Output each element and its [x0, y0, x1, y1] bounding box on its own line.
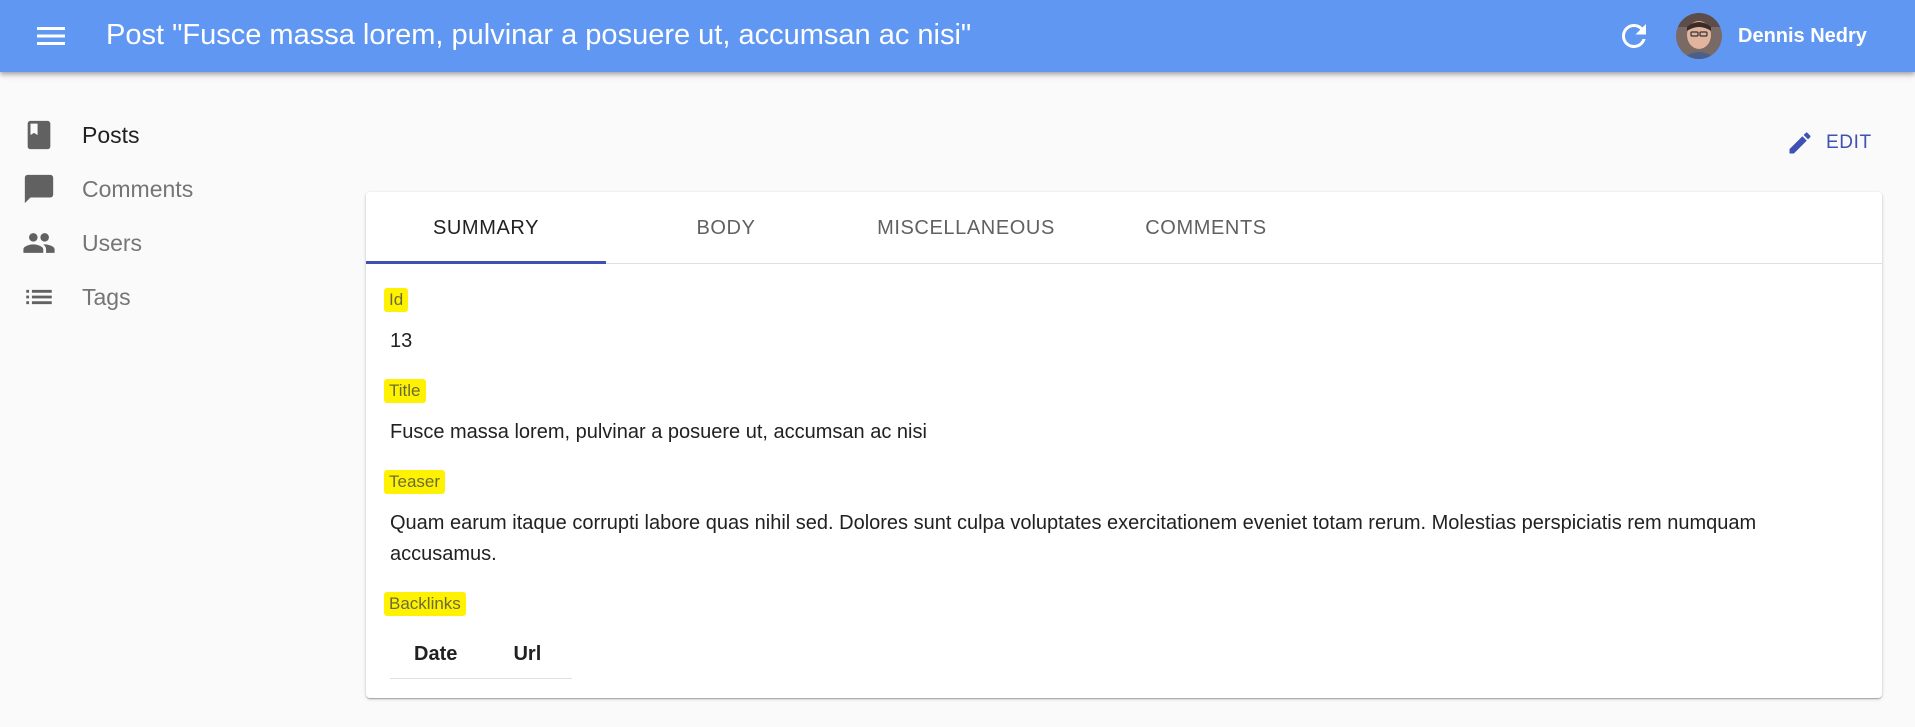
backlinks-table: Date Url	[390, 632, 572, 679]
teaser-value: Quam earum itaque corrupti labore quas n…	[390, 512, 1757, 565]
user-menu[interactable]: Dennis Nedry	[1676, 13, 1867, 59]
refresh-icon	[1621, 23, 1646, 48]
teaser-label: Teaser	[384, 470, 446, 494]
sidebar: Posts Comments Users Tags	[0, 108, 330, 324]
sidebar-item-tags[interactable]: Tags	[0, 270, 330, 324]
people-icon	[22, 226, 56, 260]
sidebar-item-comments[interactable]: Comments	[0, 162, 330, 216]
sidebar-item-label: Users	[82, 229, 143, 256]
backlinks-label: Backlinks	[384, 592, 466, 616]
sidebar-item-posts[interactable]: Posts	[0, 108, 330, 162]
pencil-icon	[1789, 132, 1811, 154]
tab-summary[interactable]: SUMMARY	[366, 192, 606, 264]
tab-miscellaneous[interactable]: MISCELLANEOUS	[846, 192, 1086, 264]
id-value: 13	[390, 330, 413, 352]
menu-button[interactable]	[34, 22, 68, 50]
menu-icon	[37, 27, 65, 45]
title-label: Title	[384, 379, 426, 403]
sidebar-item-label: Posts	[82, 121, 140, 148]
tab-bar: SUMMARY BODY MISCELLANEOUS COMMENTS	[366, 192, 1882, 264]
show-card: SUMMARY BODY MISCELLANEOUS COMMENTS Id 1…	[366, 192, 1882, 698]
sidebar-item-users[interactable]: Users	[0, 216, 330, 270]
edit-label: EDIT	[1826, 132, 1872, 153]
tab-body[interactable]: BODY	[606, 192, 846, 264]
page-title: Post "Fusce massa lorem, pulvinar a posu…	[106, 19, 972, 51]
sidebar-item-label: Tags	[82, 283, 131, 310]
list-icon	[22, 280, 56, 314]
column-header-date[interactable]: Date	[390, 632, 490, 679]
refresh-button[interactable]	[1616, 18, 1652, 54]
id-label: Id	[384, 288, 409, 312]
comment-icon	[22, 172, 56, 206]
column-header-url[interactable]: Url	[489, 632, 572, 679]
user-name: Dennis Nedry	[1738, 24, 1867, 47]
edit-button[interactable]: EDIT	[1786, 126, 1872, 160]
table-header-row: Date Url	[390, 632, 572, 679]
tab-comments[interactable]: COMMENTS	[1086, 192, 1326, 264]
tab-indicator	[366, 261, 606, 264]
sidebar-item-label: Comments	[82, 175, 194, 202]
app-bar: Post "Fusce massa lorem, pulvinar a posu…	[0, 0, 1915, 72]
book-icon	[22, 118, 56, 152]
title-value: Fusce massa lorem, pulvinar a posuere ut…	[390, 421, 927, 443]
avatar	[1676, 13, 1722, 59]
